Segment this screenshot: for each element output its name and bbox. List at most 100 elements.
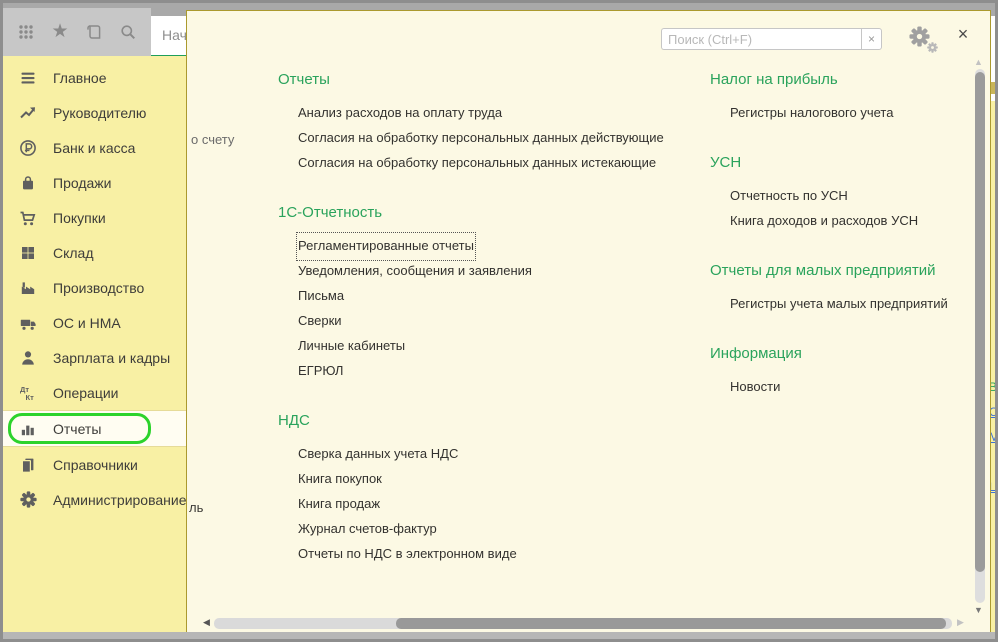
section-information: Информация Новости (710, 345, 978, 400)
tab-home-page[interactable]: Нач (151, 16, 189, 59)
menu-item[interactable]: Отчетность по УСН (730, 184, 848, 209)
grid-icon (17, 244, 39, 262)
gear-icon (17, 491, 39, 508)
menu-item[interactable]: Книга доходов и расходов УСН (730, 209, 918, 234)
clipped-report-link[interactable]: о счету (191, 132, 234, 147)
vertical-scroll-up-arrow[interactable]: ▲ (974, 57, 983, 67)
panel-settings-button[interactable] (909, 26, 945, 56)
sidebar-item-label: Банк и касса (53, 140, 135, 156)
sidebar-item-purchases[interactable]: Покупки (3, 200, 187, 235)
sidebar-item-label: Зарплата и кадры (53, 350, 170, 366)
vertical-scrollbar-thumb[interactable] (975, 72, 985, 572)
menu-item[interactable]: Регистры налогового учета (730, 101, 893, 126)
window-bottom-edge (3, 632, 995, 639)
sidebar-item-label: Главное (53, 70, 107, 86)
trend-icon (17, 104, 39, 122)
menu-item[interactable]: Книга покупок (298, 467, 382, 492)
sidebar-item-warehouse[interactable]: Склад (3, 235, 187, 270)
panel-search: × (661, 28, 882, 50)
sidebar-item-os-nma[interactable]: ОС и НМА (3, 305, 187, 340)
section-title-vat: НДС (278, 412, 688, 430)
svg-text:Кт: Кт (26, 393, 35, 402)
main-toolbar: ★ (3, 8, 151, 56)
sidebar-item-reports[interactable]: Отчеты (3, 410, 187, 447)
horizontal-scroll-right-arrow[interactable]: ▶ (957, 617, 964, 628)
close-icon: × (958, 24, 969, 44)
sidebar-item-directories[interactable]: Справочники (3, 447, 187, 482)
sidebar-item-label: Справочники (53, 457, 138, 473)
menu-item[interactable]: Новости (730, 375, 780, 400)
sidebar-item-bank-cash[interactable]: Банк и касса (3, 130, 187, 165)
dtkt-icon: ДтКт (17, 384, 39, 402)
sidebar-item-label: Администрирование (53, 492, 187, 508)
section-title-profit-tax: Налог на прибыль (710, 71, 978, 89)
vertical-scroll-down-arrow[interactable]: ▼ (974, 605, 983, 615)
horizontal-scroll-left-arrow[interactable]: ◀ (203, 617, 210, 628)
app-window: Нач ★ Главное Руководителю Банк и касса Про… (0, 0, 998, 642)
person-icon (17, 349, 39, 367)
sidebar-item-label: Производство (53, 280, 144, 296)
sidebar-item-label: Покупки (53, 210, 106, 226)
panel-close-button[interactable]: × (953, 23, 973, 45)
sidebar-item-main[interactable]: Главное (3, 60, 187, 95)
chart-icon (17, 420, 39, 438)
sidebar-item-production[interactable]: Производство (3, 270, 187, 305)
menu-icon (17, 69, 39, 87)
menu-item[interactable]: Сверки (298, 309, 342, 334)
menu-item[interactable]: Уведомления, сообщения и заявления (298, 259, 532, 284)
menu-item[interactable]: Сверка данных учета НДС (298, 442, 458, 467)
sidebar-item-label: Руководителю (53, 105, 146, 121)
menu-item[interactable]: Согласия на обработку персональных данны… (298, 151, 656, 176)
functions-panel: о счету ль × × Отчеты Анализ расходов на … (186, 10, 991, 633)
menu-item[interactable]: Книга продаж (298, 492, 380, 517)
section-small-business-reports: Отчеты для малых предприятий Регистры уче… (710, 262, 978, 317)
section-reports: ОтчетыАнализ расходов на оплату трудаСог… (278, 71, 688, 176)
clear-x-icon: × (868, 32, 875, 46)
section-title-1c-reporting: 1С-Отчетность (278, 204, 688, 222)
sidebar-item-label: Продажи (53, 175, 111, 191)
ruble-icon (17, 139, 39, 157)
bag-icon (17, 174, 39, 192)
global-search-icon[interactable] (115, 19, 141, 45)
sidebar-item-manager[interactable]: Руководителю (3, 95, 187, 130)
menu-item[interactable]: Анализ расходов на оплату труда (298, 101, 502, 126)
tab-home-label: Нач (162, 27, 187, 43)
section-title-small-business-reports: Отчеты для малых предприятий (710, 262, 978, 280)
sidebar-item-label: ОС и НМА (53, 315, 121, 331)
menu-item[interactable]: Согласия на обработку персональных данны… (298, 126, 664, 151)
section-usn: УСН Отчетность по УСНКнига доходов и расх… (710, 154, 978, 234)
sidebar-item-salary-hr[interactable]: Зарплата и кадры (3, 340, 187, 375)
menu-item[interactable]: Письма (298, 284, 344, 309)
sidebar-item-label: Отчеты (53, 421, 101, 437)
menu-item[interactable]: Регламентированные отчеты (298, 234, 474, 259)
horizontal-scrollbar-thumb[interactable] (396, 618, 946, 629)
sidebar-item-operations[interactable]: ДтКтОперации (3, 375, 187, 410)
menu-item[interactable]: Регистры учета малых предприятий (730, 292, 948, 317)
menu-item[interactable]: Журнал счетов-фактур (298, 517, 437, 542)
panel-column-right: Налог на прибыль Регистры налогового учет… (710, 71, 978, 428)
cart-icon (17, 209, 39, 227)
favorites-star-icon[interactable]: ★ (47, 19, 73, 45)
section-title-information: Информация (710, 345, 978, 363)
truck-icon (17, 314, 39, 332)
sidebar-item-label: Склад (53, 245, 94, 261)
section-title-usn: УСН (710, 154, 978, 172)
section-vat: НДС Сверка данных учета НДСКнига покупокК… (278, 412, 688, 567)
section-profit-tax: Налог на прибыль Регистры налогового учет… (710, 71, 978, 126)
sidebar: Главное Руководителю Банк и касса Продажи По… (3, 56, 187, 633)
menu-item[interactable]: ЕГРЮЛ (298, 359, 343, 384)
clipped-report-link[interactable]: ль (189, 500, 203, 515)
section-title-reports: Отчеты (278, 71, 688, 89)
sidebar-item-sales[interactable]: Продажи (3, 165, 187, 200)
panel-column-left: ОтчетыАнализ расходов на оплату трудаСог… (278, 71, 688, 595)
history-scroll-icon[interactable] (81, 19, 107, 45)
section-1c-reporting: 1С-Отчетность Регламентированные отчетыУв… (278, 204, 688, 384)
search-clear-button[interactable]: × (861, 28, 882, 50)
books-icon (17, 456, 39, 474)
factory-icon (17, 279, 39, 297)
sidebar-item-administration[interactable]: Администрирование (3, 482, 187, 517)
search-input[interactable] (661, 28, 861, 50)
menu-item[interactable]: Отчеты по НДС в электронном виде (298, 542, 517, 567)
menu-item[interactable]: Личные кабинеты (298, 334, 405, 359)
apps-grid-icon[interactable] (13, 19, 39, 45)
